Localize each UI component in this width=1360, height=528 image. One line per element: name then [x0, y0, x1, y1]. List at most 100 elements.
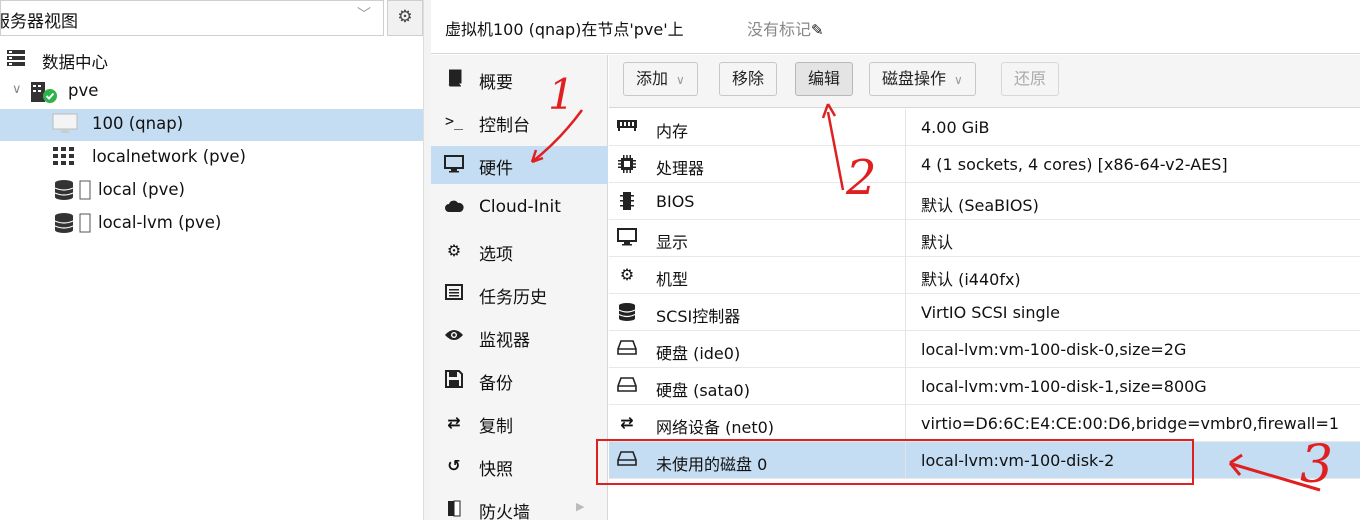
database-icon: [615, 302, 639, 326]
memory-icon: [615, 117, 639, 136]
panel-splitter[interactable]: [423, 0, 431, 520]
content-header: 虚拟机100 (qnap)在节点'pve'上 没有标记✎: [431, 0, 1360, 54]
row-key: 网络设备 (net0): [656, 418, 775, 437]
row-key: 显示: [656, 233, 689, 252]
nav-item-label: 任务历史: [479, 288, 547, 308]
hardware-row-memory[interactable]: 内存 4.00 GiB: [609, 109, 1360, 146]
remove-button-label: 移除: [732, 69, 765, 88]
hardware-toolbar: 添加 ∨ 移除 编辑 磁盘操作 ∨ 还原: [609, 55, 1360, 108]
hardware-row-bios[interactable]: BIOS 默认 (SeaBIOS): [609, 183, 1360, 220]
list-icon: [443, 284, 465, 304]
storage-icon: [54, 179, 98, 205]
nav-item-label: 监视器: [479, 331, 530, 351]
cloud-icon: [443, 198, 465, 218]
add-button[interactable]: 添加 ∨: [623, 62, 698, 96]
row-value: local-lvm:vm-100-disk-1,size=800G: [921, 377, 1207, 396]
nav-item-backup[interactable]: 备份: [431, 361, 608, 399]
tree-item-label: local (pve): [98, 180, 185, 199]
tree-item-localnetwork[interactable]: localnetwork (pve): [0, 142, 423, 174]
floppy-icon: [443, 370, 465, 392]
nav-item-summary[interactable]: 概要: [431, 60, 608, 98]
chevron-down-icon: ﹀: [357, 7, 371, 23]
row-value: 默认 (SeaBIOS): [921, 196, 1039, 215]
nav-item-label: 快照: [479, 460, 513, 480]
tree-item-vm-100[interactable]: 100 (qnap): [0, 109, 423, 141]
desktop-icon: [443, 155, 465, 177]
nav-item-label: 复制: [479, 417, 513, 437]
row-value: 4 (1 sockets, 4 cores) [x86-64-v2-AES]: [921, 155, 1228, 174]
nav-item-hardware[interactable]: 硬件: [431, 146, 608, 184]
hardware-row-unused-disk[interactable]: 未使用的磁盘 0 local-lvm:vm-100-disk-2: [609, 442, 1360, 479]
microchip-icon: [615, 191, 639, 215]
network-grid-icon: [52, 146, 76, 170]
tree-item-label: pve: [68, 81, 99, 100]
hardware-row-disk-sata0[interactable]: 硬盘 (sata0) local-lvm:vm-100-disk-1,size=…: [609, 368, 1360, 405]
hdd-icon: [615, 450, 639, 470]
hardware-row-scsi[interactable]: SCSI控制器 VirtIO SCSI single: [609, 294, 1360, 331]
hdd-icon: [615, 339, 639, 359]
edit-button[interactable]: 编辑: [795, 62, 854, 96]
eye-icon: [443, 327, 465, 346]
revert-button-label: 还原: [1014, 69, 1047, 88]
nav-item-cloud-init[interactable]: Cloud-Init: [431, 189, 608, 227]
pencil-icon[interactable]: ✎: [811, 21, 824, 39]
row-value: local-lvm:vm-100-disk-2: [921, 451, 1115, 470]
hardware-row-cpu[interactable]: 处理器 4 (1 sockets, 4 cores) [x86-64-v2-AE…: [609, 146, 1360, 183]
tree-item-datacenter[interactable]: 数据中心: [0, 44, 423, 76]
nav-item-options[interactable]: ⚙ 选项: [431, 232, 608, 270]
hardware-row-net0[interactable]: ⇄ 网络设备 (net0) virtio=D6:6C:E4:CE:00:D6,b…: [609, 405, 1360, 442]
row-value: 4.00 GiB: [921, 118, 990, 137]
nav-item-task-history[interactable]: 任务历史: [431, 275, 608, 313]
tree-item-label: localnetwork (pve): [92, 147, 246, 166]
row-key: 处理器: [656, 159, 705, 178]
row-key: 内存: [656, 122, 689, 141]
history-icon: ↺: [447, 456, 461, 475]
tags-editor[interactable]: 没有标记✎: [747, 16, 824, 40]
revert-button[interactable]: 还原: [1001, 62, 1060, 96]
row-value: virtio=D6:6C:E4:CE:00:D6,bridge=vmbr0,fi…: [921, 414, 1340, 433]
gear-icon[interactable]: ⚙: [387, 0, 423, 36]
add-button-label: 添加: [636, 69, 669, 88]
tags-label: 没有标记: [747, 20, 812, 39]
disk-action-label: 磁盘操作: [882, 69, 947, 88]
row-key: 硬盘 (sata0): [656, 381, 750, 400]
remove-button[interactable]: 移除: [719, 62, 778, 96]
hardware-row-disk-ide0[interactable]: 硬盘 (ide0) local-lvm:vm-100-disk-0,size=2…: [609, 331, 1360, 368]
vm-nav-menu: 概要 >_ 控制台 硬件 Cloud-Init ⚙ 选项 任务历史 监视器 备份…: [431, 55, 608, 523]
tree-item-local[interactable]: local (pve): [0, 175, 423, 207]
row-key: SCSI控制器: [656, 307, 741, 326]
row-value: 默认: [921, 233, 954, 252]
edit-button-label: 编辑: [808, 69, 841, 88]
disk-action-button[interactable]: 磁盘操作 ∨: [869, 62, 976, 96]
exchange-icon: ⇄: [620, 413, 634, 432]
row-value: VirtIO SCSI single: [921, 303, 1060, 322]
chevron-down-icon: ∨: [954, 73, 963, 87]
tree-item-label: local-lvm (pve): [98, 213, 222, 232]
nav-item-label: 硬件: [479, 159, 513, 179]
nav-item-snapshots[interactable]: ↺ 快照: [431, 447, 608, 485]
nav-item-replication[interactable]: ⇄ 复制: [431, 404, 608, 442]
cogs-icon: ⚙: [619, 265, 635, 284]
hardware-row-display[interactable]: 显示 默认: [609, 220, 1360, 257]
resource-tree-panel: 服务器视图 ﹀ ⚙ 数据中心 ∨ pve 100 (qnap) localnet…: [0, 0, 423, 520]
view-selector-label: 服务器视图: [0, 12, 78, 32]
tree-item-pve[interactable]: ∨ pve: [0, 76, 423, 108]
cpu-icon: [615, 154, 639, 178]
nav-item-label: 概要: [479, 73, 513, 93]
nav-item-label: 选项: [479, 245, 513, 265]
nav-item-console[interactable]: >_ 控制台: [431, 103, 608, 141]
tree-item-local-lvm[interactable]: local-lvm (pve): [0, 208, 423, 240]
nav-item-monitor[interactable]: 监视器: [431, 318, 608, 356]
nav-item-label: Cloud-Init: [479, 197, 561, 217]
hardware-row-machine[interactable]: ⚙ 机型 默认 (i440fx): [609, 257, 1360, 294]
node-icon: [30, 80, 60, 108]
row-key: 硬盘 (ide0): [656, 344, 741, 363]
tree-item-label: 数据中心: [42, 53, 108, 72]
storage-icon: [54, 212, 98, 238]
row-key: 机型: [656, 270, 689, 289]
view-selector[interactable]: 服务器视图 ﹀: [0, 0, 384, 36]
chevron-down-icon: ∨: [676, 73, 685, 87]
row-key: BIOS: [656, 192, 695, 211]
nav-item-firewall[interactable]: 防火墙 ▶: [431, 490, 608, 528]
shield-icon: [443, 499, 465, 521]
